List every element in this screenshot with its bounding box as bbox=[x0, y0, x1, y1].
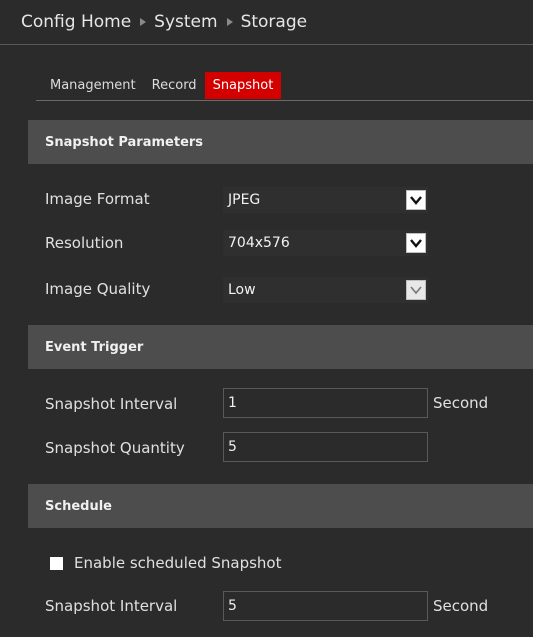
snapshot-interval-label: Snapshot Interval bbox=[45, 395, 178, 413]
schedule-interval-unit: Second bbox=[433, 597, 489, 615]
resolution-value: 704x576 bbox=[228, 235, 290, 251]
image-format-value: JPEG bbox=[228, 192, 261, 208]
breadcrumb-separator-icon bbox=[140, 18, 147, 26]
tab-record[interactable]: Record bbox=[144, 72, 205, 99]
section-title: Snapshot Parameters bbox=[45, 134, 204, 150]
enable-scheduled-snapshot-row: Enable scheduled Snapshot bbox=[50, 548, 282, 578]
image-quality-label: Image Quality bbox=[45, 280, 151, 298]
breadcrumb-storage: Storage bbox=[240, 12, 308, 32]
enable-scheduled-snapshot-checkbox[interactable] bbox=[50, 556, 63, 570]
section-header-schedule: Schedule bbox=[28, 484, 533, 528]
image-quality-select[interactable]: Low bbox=[223, 277, 428, 303]
resolution-select[interactable]: 704x576 bbox=[223, 230, 428, 256]
storage-config-page: Config Home System Storage Management Re… bbox=[0, 0, 533, 637]
snapshot-quantity-input[interactable] bbox=[223, 432, 428, 462]
snapshot-interval-unit: Second bbox=[433, 394, 489, 412]
breadcrumb-config-home[interactable]: Config Home bbox=[21, 12, 131, 32]
snapshot-quantity-label: Snapshot Quantity bbox=[45, 439, 185, 457]
tab-divider bbox=[36, 100, 533, 101]
section-header-snapshot-parameters: Snapshot Parameters bbox=[28, 120, 533, 164]
section-title: Schedule bbox=[45, 498, 112, 514]
section-header-event-trigger: Event Trigger bbox=[28, 325, 533, 369]
schedule-interval-input[interactable] bbox=[223, 591, 428, 621]
breadcrumb-system[interactable]: System bbox=[154, 12, 217, 32]
chevron-down-icon[interactable] bbox=[406, 280, 426, 300]
schedule-interval-label: Snapshot Interval bbox=[45, 597, 178, 615]
tab-management[interactable]: Management bbox=[36, 72, 144, 99]
image-format-select[interactable]: JPEG bbox=[223, 187, 428, 213]
enable-scheduled-snapshot-label: Enable scheduled Snapshot bbox=[74, 554, 282, 572]
section-title: Event Trigger bbox=[45, 339, 144, 355]
breadcrumb: Config Home System Storage bbox=[0, 0, 533, 45]
chevron-down-icon[interactable] bbox=[406, 190, 426, 210]
tab-snapshot[interactable]: Snapshot bbox=[204, 72, 282, 99]
snapshot-interval-input[interactable] bbox=[223, 388, 428, 418]
tab-bar: Management Record Snapshot bbox=[36, 72, 282, 99]
image-quality-value: Low bbox=[228, 282, 256, 298]
breadcrumb-separator-icon bbox=[226, 18, 233, 26]
chevron-down-icon[interactable] bbox=[406, 233, 426, 253]
image-format-label: Image Format bbox=[45, 190, 150, 208]
resolution-label: Resolution bbox=[45, 234, 124, 252]
